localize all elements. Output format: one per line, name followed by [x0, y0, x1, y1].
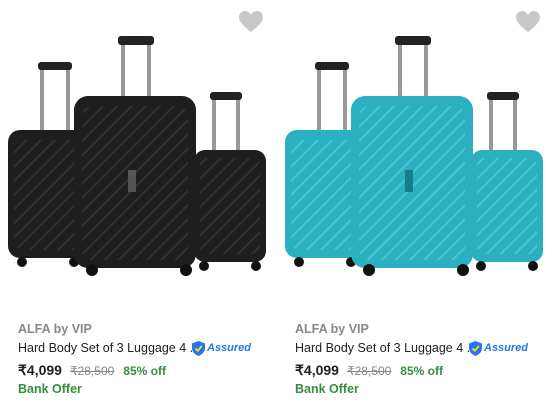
shield-icon — [192, 340, 205, 356]
discount-label: 85% off — [123, 364, 166, 378]
assured-label: Assured — [484, 342, 529, 354]
product-image[interactable] — [285, 30, 555, 280]
product-image[interactable] — [8, 30, 278, 280]
discount-label: 85% off — [400, 364, 443, 378]
assured-label: Assured — [207, 342, 252, 354]
product-card[interactable]: ALFA by VIP Hard Body Set of 3 Luggage 4… — [285, 0, 555, 403]
product-brand: ALFA by VIP — [18, 322, 92, 336]
product-title[interactable]: Hard Body Set of 3 Luggage 4 ... — [295, 341, 477, 355]
original-price: ₹28,500 — [69, 364, 115, 378]
product-brand: ALFA by VIP — [295, 322, 369, 336]
product-title[interactable]: Hard Body Set of 3 Luggage 4 ... — [18, 341, 200, 355]
original-price: ₹28,500 — [346, 364, 392, 378]
selling-price: ₹4,099 — [295, 362, 339, 378]
selling-price: ₹4,099 — [18, 362, 62, 378]
assured-badge: Assured — [192, 340, 251, 356]
bank-offer: Bank Offer — [18, 382, 82, 396]
bank-offer: Bank Offer — [295, 382, 359, 396]
price-row: ₹4,099 ₹28,500 85% off — [18, 362, 166, 379]
product-card[interactable]: ALFA by VIP Hard Body Set of 3 Luggage 4… — [8, 0, 278, 403]
price-row: ₹4,099 ₹28,500 85% off — [295, 362, 443, 379]
assured-badge: Assured — [469, 340, 528, 356]
shield-icon — [469, 340, 482, 356]
